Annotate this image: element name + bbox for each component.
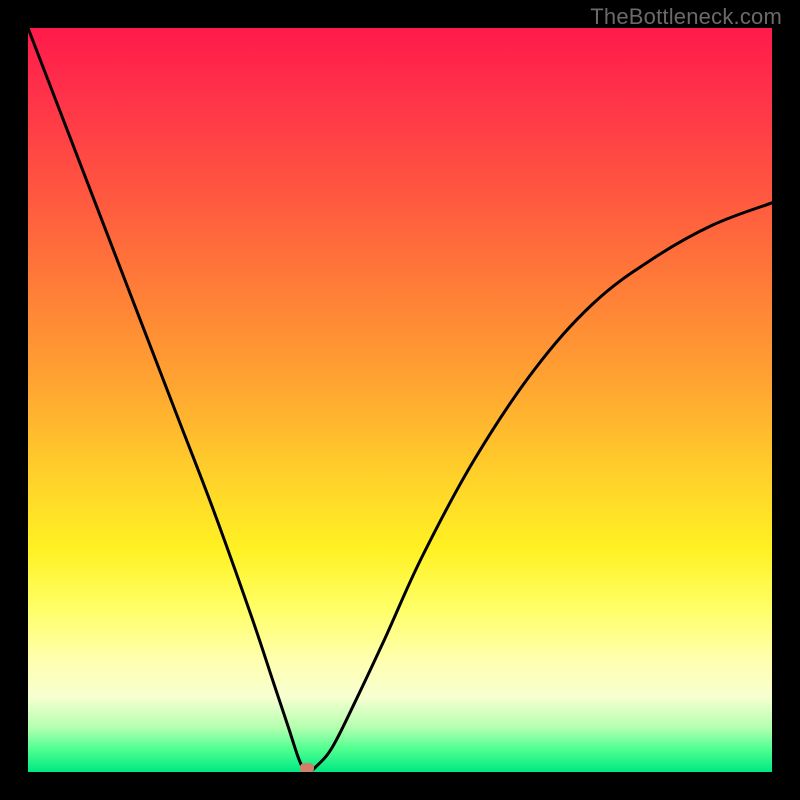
watermark-text: TheBottleneck.com bbox=[590, 4, 782, 30]
bottleneck-curve bbox=[28, 28, 772, 772]
chart-canvas: TheBottleneck.com bbox=[0, 0, 800, 800]
minimum-marker-icon bbox=[300, 763, 314, 772]
plot-area bbox=[28, 28, 772, 772]
